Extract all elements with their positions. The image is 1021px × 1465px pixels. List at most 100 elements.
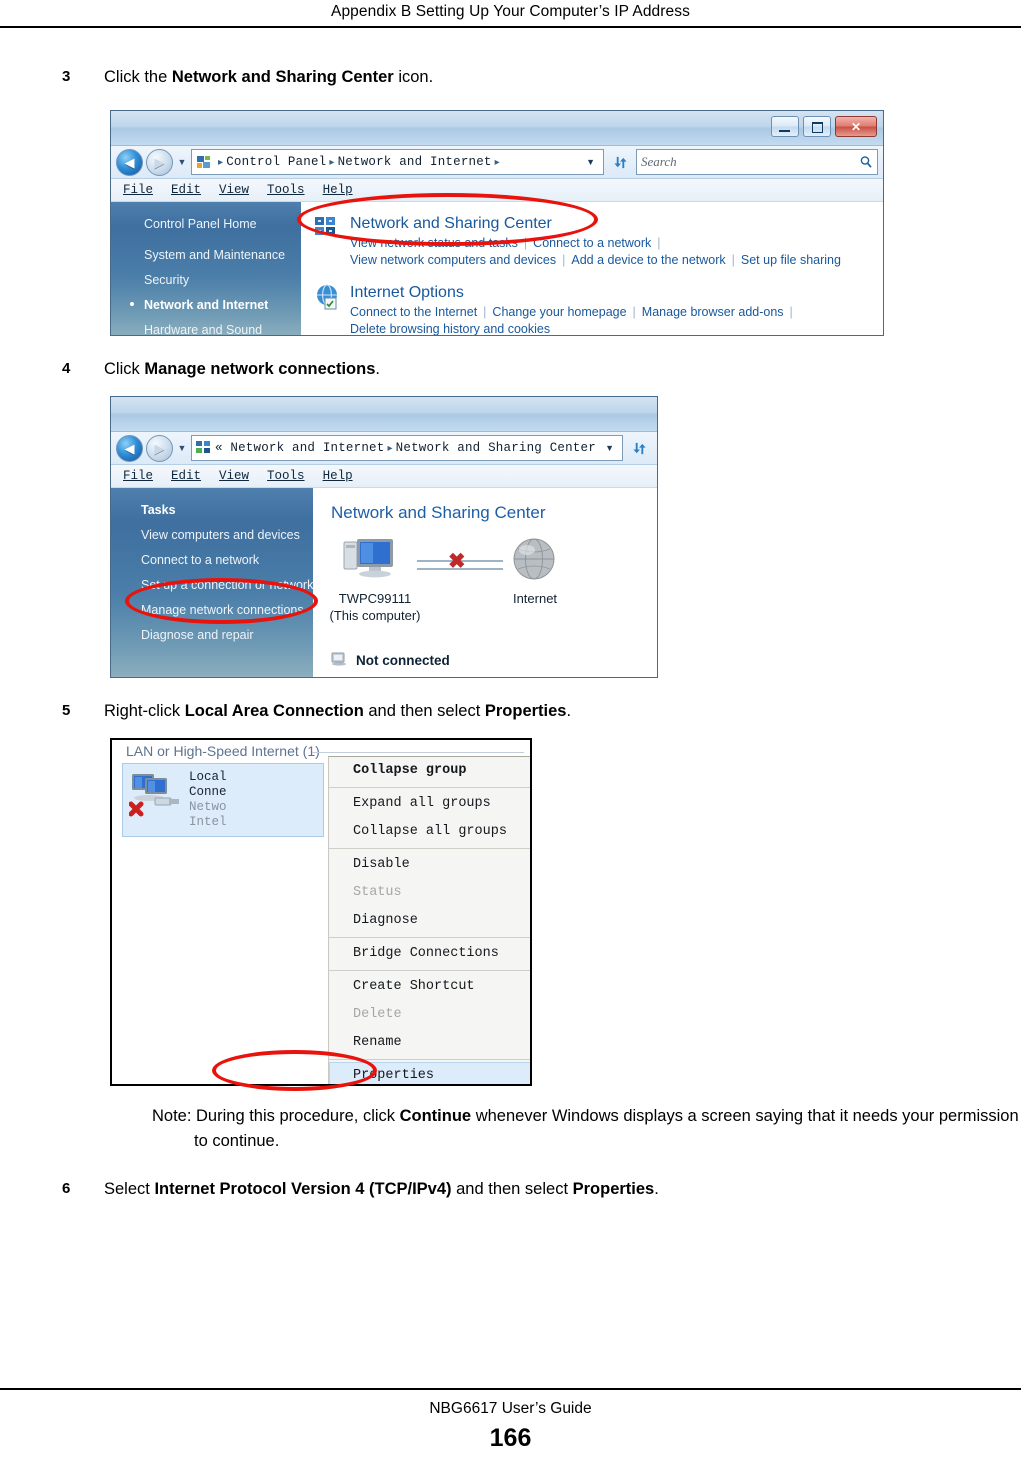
breadcrumb: ▸ Control Panel ▸ Network and Internet ▸ [215, 155, 578, 169]
menu-item-file[interactable]: File [123, 183, 153, 197]
address-input[interactable]: ▸ Control Panel ▸ Network and Internet ▸ ▼ [191, 149, 604, 175]
sidebar-item-control-panel-home[interactable]: Control Panel Home [111, 212, 301, 237]
context-menu-label: Rename [353, 1035, 402, 1050]
menu-item-help[interactable]: Help [323, 183, 353, 197]
link-view-network-status-and-tasks[interactable]: View network status and tasks [350, 236, 518, 250]
sidebar-item-security[interactable]: Security [111, 268, 301, 293]
context-menu-item-diagnose[interactable]: Diagnose [329, 907, 530, 935]
link-set-up-file-sharing[interactable]: Set up file sharing [741, 253, 841, 267]
context-menu-item-create-shortcut[interactable]: Create Shortcut [329, 973, 530, 1001]
lac-line-3: Netwo [189, 800, 227, 814]
link-view-network-computers-and-devices[interactable]: View network computers and devices [350, 253, 556, 267]
refresh-button[interactable] [626, 435, 652, 461]
forward-button[interactable]: ▶ [146, 148, 173, 176]
context-menu-separator [329, 970, 530, 971]
sidebar-item-hardware-and-sound[interactable]: Hardware and Sound [111, 318, 301, 335]
category-internet-text: Internet Options Connect to the Internet… [350, 283, 799, 335]
context-menu-item-collapse-group[interactable]: Collapse group Left Arrow [329, 757, 530, 785]
disconnected-icon [331, 652, 349, 669]
maximize-button[interactable] [803, 116, 831, 137]
link-divider: | [657, 236, 661, 250]
context-menu-label: Collapse all groups [353, 824, 507, 839]
sidebar-item-system-and-maintenance[interactable]: System and Maintenance [111, 243, 301, 268]
step-6-part-3: Properties [572, 1180, 655, 1198]
link-manage-browser-add-ons[interactable]: Manage browser add-ons [642, 305, 784, 319]
group-header-rule [312, 752, 524, 753]
header-divider [0, 26, 1021, 28]
menu-item-view[interactable]: View [219, 469, 249, 483]
menu-item-file[interactable]: File [123, 469, 153, 483]
search-input[interactable]: Search [636, 149, 878, 175]
minimize-button[interactable] [771, 116, 799, 137]
forward-arrow-icon: ▶ [154, 440, 165, 456]
context-menu: Collapse group Left Arrow Expand all gro… [328, 756, 530, 1084]
computer-label: TWPC99111 (This computer) [319, 590, 431, 624]
link-change-your-homepage[interactable]: Change your homepage [492, 305, 626, 319]
link-add-a-device-to-the-network[interactable]: Add a device to the network [571, 253, 725, 267]
category-internet-links-row1: Connect to the Internet | Change your home… [350, 304, 799, 321]
menu-bar: File Edit View Tools Help [111, 465, 657, 488]
internet-options-icon [313, 283, 341, 311]
step-4-part-1: Manage network connections [144, 360, 376, 378]
menu-item-tools[interactable]: Tools [267, 469, 305, 483]
sidebar-item-connect-to-a-network[interactable]: Connect to a network [111, 548, 313, 573]
breadcrumb-item-0[interactable]: Control Panel [226, 155, 326, 169]
history-dropdown-icon[interactable]: ▼ [176, 157, 188, 167]
history-dropdown-icon[interactable]: ▼ [176, 443, 188, 453]
sidebar-item-manage-network-connections[interactable]: Manage network connections [111, 598, 313, 623]
screenshot-control-panel-window: ✕ ◀ ▶ ▼ ▸ Control Panel ▸ Network and Inter… [110, 110, 884, 336]
lac-line-4: Intel [189, 815, 227, 829]
footer-divider [0, 1388, 1021, 1390]
screenshot-network-sharing-center-window: ◀ ▶ ▼ « Network and Internet ▸ Network and… [110, 396, 658, 678]
refresh-button[interactable] [607, 149, 633, 175]
category-network-links-row2: View network computers and devices | Add a… [350, 252, 841, 269]
breadcrumb-back-chevrons[interactable]: « [215, 441, 223, 455]
sidebar-item-set-up-a-connection-or-network[interactable]: Set up a connection or network [111, 573, 313, 598]
context-menu-label: Expand all groups [353, 796, 491, 811]
sidebar-item-view-computers-and-devices[interactable]: View computers and devices [111, 523, 313, 548]
link-connect-to-a-network[interactable]: Connect to a network [533, 236, 651, 250]
screenshot-network-connections-window: LAN or High-Speed Internet (1) Local Con… [110, 738, 532, 1086]
context-menu-item-collapse-all-groups[interactable]: Collapse all groups [329, 818, 530, 846]
category-internet-options: Internet Options Connect to the Internet… [301, 279, 883, 335]
context-menu-item-bridge-connections[interactable]: Bridge Connections [329, 940, 530, 968]
category-network-title[interactable]: Network and Sharing Center [350, 214, 841, 234]
context-menu-label: Disable [353, 857, 410, 872]
control-panel-icon [195, 154, 212, 171]
step-5-part-1: Local Area Connection [184, 702, 364, 720]
menu-item-edit[interactable]: Edit [171, 469, 201, 483]
context-menu-item-expand-all-groups[interactable]: Expand all groups [329, 790, 530, 818]
menu-item-view[interactable]: View [219, 183, 249, 197]
address-input[interactable]: « Network and Internet ▸ Network and Shari… [191, 435, 623, 461]
address-dropdown-icon[interactable]: ▼ [600, 443, 619, 453]
close-button[interactable]: ✕ [835, 116, 877, 137]
forward-button[interactable]: ▶ [146, 434, 173, 462]
sidebar-item-network-and-internet[interactable]: Network and Internet [111, 293, 301, 318]
sidebar-item-diagnose-and-repair[interactable]: Diagnose and repair [111, 623, 313, 648]
context-menu-separator [329, 937, 530, 938]
context-menu-separator [329, 787, 530, 788]
link-connect-to-the-internet[interactable]: Connect to the Internet [350, 305, 477, 319]
link-delete-browsing-history-and-cookies[interactable]: Delete browsing history and cookies [350, 322, 550, 335]
back-button[interactable]: ◀ [116, 434, 143, 462]
menu-item-help[interactable]: Help [323, 469, 353, 483]
menu-item-tools[interactable]: Tools [267, 183, 305, 197]
link-divider: | [632, 305, 636, 319]
lac-line-1: Local [189, 770, 227, 784]
breadcrumb-item-1[interactable]: Network and Internet [338, 155, 492, 169]
breadcrumb-item-1[interactable]: Network and Sharing Center [396, 441, 596, 455]
category-internet-title[interactable]: Internet Options [350, 283, 799, 303]
step-6-part-4: . [654, 1180, 659, 1198]
category-internet-links-row2: Delete browsing history and cookies [350, 321, 799, 335]
address-dropdown-icon[interactable]: ▼ [581, 157, 600, 167]
context-menu-item-properties[interactable]: Properties [329, 1062, 530, 1084]
context-menu-item-rename[interactable]: Rename [329, 1029, 530, 1057]
context-menu-label: Diagnose [353, 913, 418, 928]
context-menu-item-disable[interactable]: Disable [329, 851, 530, 879]
breadcrumb-item-0[interactable]: Network and Internet [230, 441, 384, 455]
menu-item-edit[interactable]: Edit [171, 183, 201, 197]
local-area-connection-item[interactable]: Local Conne Netwo Intel [122, 763, 324, 837]
footer-guide-title: NBG6617 User’s Guide [429, 1400, 592, 1417]
back-button[interactable]: ◀ [116, 148, 143, 176]
step-4: 4 Click Manage network connections. [62, 358, 962, 380]
